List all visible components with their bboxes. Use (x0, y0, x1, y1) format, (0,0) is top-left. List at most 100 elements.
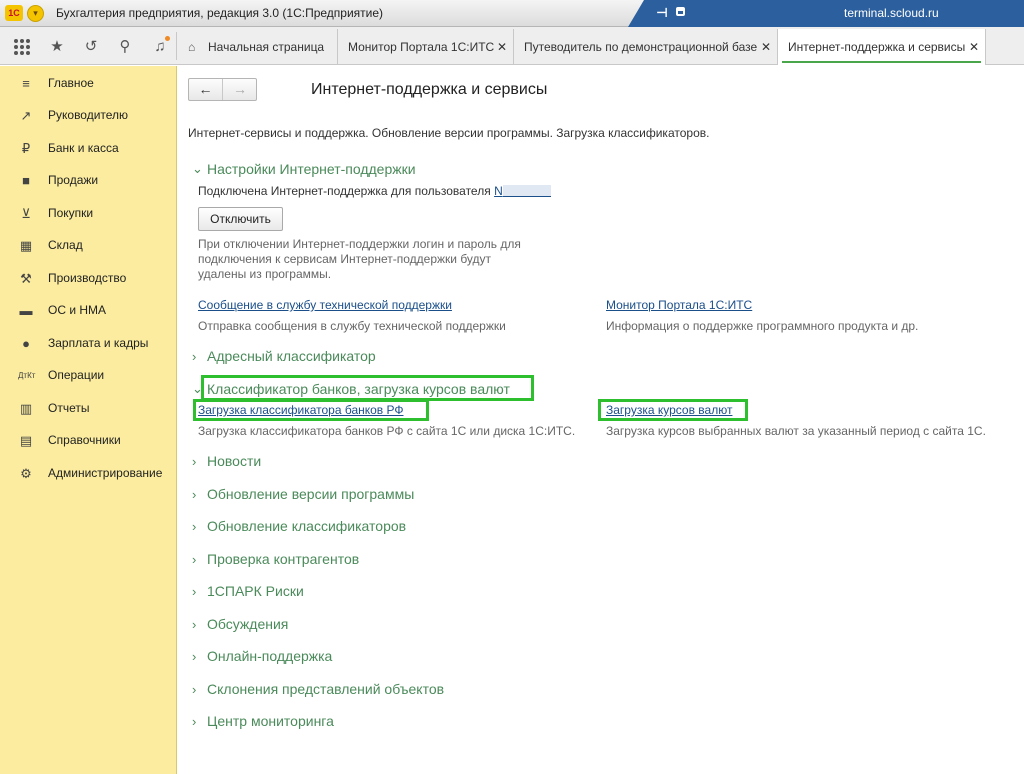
sidebar-item-payroll[interactable]: ● Зарплата и кадры (0, 332, 176, 356)
lock-icon (676, 7, 685, 16)
gear-icon: ⚙ (20, 466, 32, 481)
section-title: Настройки Интернет-поддержки (207, 161, 416, 177)
tab-home[interactable]: ⌂ Начальная страница (178, 29, 338, 65)
sidebar-item-reports[interactable]: ▥ Отчеты (0, 397, 176, 421)
chevron-right-icon: › (192, 349, 197, 364)
section-news[interactable]: › Новости (192, 453, 261, 469)
main-menu-button[interactable]: ▾ (27, 5, 44, 22)
disconnect-button[interactable]: Отключить (198, 207, 283, 231)
warehouse-icon: ▦ (19, 238, 33, 253)
section-counterparty-check[interactable]: › Проверка контрагентов (192, 551, 359, 567)
close-icon[interactable]: ✕ (497, 40, 507, 54)
shopping-bag-icon: ■ (22, 173, 30, 188)
section-spark-risks[interactable]: › 1СПАРК Риски (192, 583, 304, 599)
host-name: terminal.scloud.ru (844, 6, 939, 20)
tab-demo-guide[interactable]: Путеводитель по демонстрационной базе ✕ (514, 29, 778, 65)
bank-classifier-description: Загрузка классификатора банков РФ с сайт… (198, 424, 576, 438)
chevron-down-icon: ⌄ (192, 161, 203, 176)
chevron-right-icon: › (192, 584, 197, 599)
sidebar-item-label: Банк и касса (48, 141, 119, 155)
notification-badge (165, 36, 170, 41)
sidebar-item-manager[interactable]: ↗ Руководителю (0, 104, 176, 128)
menu-lines-icon: ≡ (22, 76, 30, 91)
hint-line: подключения к сервисам Интернет-поддержк… (198, 252, 492, 266)
sidebar-item-catalogs[interactable]: ▤ Справочники (0, 429, 176, 453)
section-title: Обсуждения (207, 616, 289, 632)
section-address-classifier[interactable]: › Адресный классификатор (192, 348, 376, 364)
chevron-right-icon: › (192, 487, 197, 502)
section-title: Склонения представлений объектов (207, 681, 445, 697)
person-icon: ● (22, 336, 30, 351)
pin-icon[interactable]: ⊣ (656, 5, 668, 21)
app-logo: 1С (5, 5, 23, 21)
books-icon: ▤ (19, 433, 33, 448)
title-bar: 1С ▾ Бухгалтерия предприятия, редакция 3… (0, 0, 1024, 27)
sidebar-item-label: Производство (48, 271, 127, 285)
sidebar-item-operations[interactable]: ДтКт Операции (0, 364, 176, 388)
main-content: ← → Интернет-поддержка и сервисы Интерне… (177, 66, 1024, 774)
its-monitor-link[interactable]: Монитор Портала 1С:ИТС (606, 298, 752, 312)
close-icon[interactable]: ✕ (761, 40, 771, 54)
sidebar-item-main[interactable]: ≡ Главное (0, 72, 176, 96)
search-icon[interactable]: ⚲ (114, 36, 136, 58)
trend-icon: ↗ (20, 108, 32, 123)
sidebar-item-label: Администрирование (48, 466, 163, 480)
cart-icon: ⊻ (21, 206, 31, 221)
forward-arrow-icon[interactable]: → (223, 79, 257, 100)
sidebar-item-warehouse[interactable]: ▦ Склад (0, 234, 176, 258)
bar-chart-icon: ▥ (19, 401, 33, 416)
section-online-support[interactable]: › Онлайн-поддержка (192, 648, 332, 664)
user-name-link[interactable]: N (494, 184, 551, 198)
sidebar-item-bank[interactable]: ₽ Банк и касса (0, 137, 176, 161)
tab-internet-support[interactable]: Интернет-поддержка и сервисы ✕ (778, 29, 986, 65)
sidebar: ≡ Главное ↗ Руководителю ₽ Банк и касса … (0, 66, 177, 774)
disconnect-hint: При отключении Интернет-поддержки логин … (198, 237, 521, 282)
section-monitoring-center[interactable]: › Центр мониторинга (192, 713, 334, 729)
connection-status: Подключена Интернет-поддержка для пользо… (198, 184, 551, 198)
apps-grid-icon[interactable] (11, 36, 33, 58)
section-title: Проверка контрагентов (207, 551, 360, 567)
section-object-declensions[interactable]: › Склонения представлений объектов (192, 681, 444, 697)
tab-its-monitor[interactable]: Монитор Портала 1С:ИТС ✕ (338, 29, 514, 65)
history-icon[interactable]: ↺ (80, 36, 102, 58)
factory-icon: ⚒ (20, 271, 32, 286)
its-monitor-description: Информация о поддержке программного прод… (606, 319, 919, 333)
support-message-link[interactable]: Сообщение в службу технической поддержки (198, 298, 452, 312)
ruble-icon: ₽ (21, 141, 31, 156)
close-icon[interactable]: ✕ (969, 40, 979, 54)
sidebar-item-sales[interactable]: ■ Продажи (0, 169, 176, 193)
sidebar-item-production[interactable]: ⚒ Производство (0, 267, 176, 291)
favorites-star-icon[interactable]: ★ (46, 36, 68, 58)
section-title: Обновление версии программы (207, 486, 415, 502)
chevron-right-icon: › (192, 617, 197, 632)
back-arrow-icon[interactable]: ← (189, 79, 223, 100)
sidebar-item-label: Главное (48, 76, 94, 90)
sidebar-item-administration[interactable]: ⚙ Администрирование (0, 462, 176, 486)
sidebar-item-label: Руководителю (48, 108, 129, 122)
section-title: Новости (207, 453, 262, 469)
sidebar-item-purchases[interactable]: ⊻ Покупки (0, 202, 176, 226)
hint-line: удалены из программы. (198, 267, 332, 281)
home-icon: ⌂ (188, 40, 196, 54)
section-settings-header[interactable]: ⌄ Настройки Интернет-поддержки (192, 161, 416, 178)
section-classifiers-update[interactable]: › Обновление классификаторов (192, 518, 406, 534)
sidebar-item-fixed-assets[interactable]: ▬ ОС и НМА (0, 299, 176, 323)
section-title: Обновление классификаторов (207, 518, 407, 534)
highlight-frame (598, 399, 748, 421)
sidebar-item-label: Покупки (48, 206, 94, 220)
tab-label: Путеводитель по демонстрационной базе (524, 40, 758, 54)
truck-icon: ▬ (19, 303, 33, 318)
support-message-description: Отправка сообщения в службу технической … (198, 319, 506, 333)
sidebar-item-label: Справочники (48, 433, 121, 447)
window-title: Бухгалтерия предприятия, редакция 3.0 (1… (56, 6, 384, 20)
section-title: 1СПАРК Риски (207, 583, 304, 599)
chevron-right-icon: › (192, 649, 197, 664)
tab-label: Начальная страница (208, 40, 325, 54)
remote-session-bar: ⊣ terminal.scloud.ru (628, 0, 1024, 27)
chevron-right-icon: › (192, 682, 197, 697)
sidebar-item-label: Склад (48, 238, 83, 252)
section-discussions[interactable]: › Обсуждения (192, 616, 288, 632)
highlight-frame (201, 375, 534, 401)
section-program-update[interactable]: › Обновление версии программы (192, 486, 414, 502)
highlight-frame (193, 399, 429, 421)
